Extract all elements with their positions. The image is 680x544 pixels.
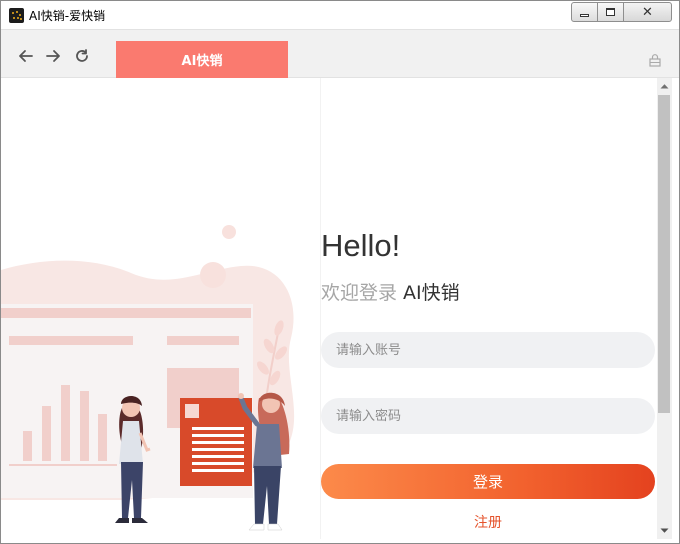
window-controls: ✕ [571, 2, 672, 22]
tab-label: AI快销 [181, 54, 223, 69]
greeting-heading: Hello! [321, 228, 401, 263]
tab-ai-kuaixiao[interactable]: AI快销 [116, 41, 288, 78]
arrow-left-icon [19, 50, 33, 62]
scroll-up-icon [660, 84, 669, 89]
maximize-icon [606, 8, 615, 16]
scroll-down-button[interactable] [657, 523, 672, 539]
back-button[interactable] [17, 47, 35, 65]
register-link[interactable]: 注册 [321, 512, 655, 532]
forward-button[interactable] [44, 47, 62, 65]
scroll-thumb[interactable] [658, 95, 670, 413]
scroll-up-button[interactable] [657, 78, 672, 94]
password-input[interactable] [321, 398, 655, 434]
title-bar: AI快销-爱快销 ✕ [1, 1, 679, 29]
minimize-icon [580, 13, 589, 17]
illustration-image [1, 225, 295, 531]
reload-icon [76, 49, 88, 62]
minimize-button[interactable] [571, 2, 598, 22]
scroll-down-icon [660, 528, 669, 533]
vertical-scrollbar[interactable] [657, 78, 672, 539]
login-button[interactable]: 登录 [321, 464, 655, 499]
arrow-right-icon [46, 50, 60, 62]
browser-toolbar: AI快销 [1, 29, 679, 78]
account-input[interactable] [321, 332, 655, 368]
reload-button[interactable] [73, 47, 91, 65]
welcome-prefix: 欢迎登录 [321, 282, 398, 304]
app-window: AI快销-爱快销 ✕ AI快销 Hello! 欢迎登录 AI快销 请输入账号 登… [0, 0, 680, 544]
page-content: Hello! 欢迎登录 AI快销 登录 注册 [1, 78, 657, 539]
maximize-button[interactable] [597, 2, 624, 22]
lock-icon [649, 54, 661, 67]
toolbar-right-button[interactable] [648, 52, 663, 67]
close-button[interactable]: ✕ [623, 2, 672, 22]
app-logo-icon [9, 8, 24, 23]
illustration-panel [1, 78, 321, 539]
welcome-brand: AI快销 [397, 282, 460, 304]
close-icon: ✕ [642, 4, 653, 20]
window-title: AI快销-爱快销 [29, 9, 106, 23]
welcome-subtitle: 欢迎登录 AI快销 [321, 278, 460, 305]
